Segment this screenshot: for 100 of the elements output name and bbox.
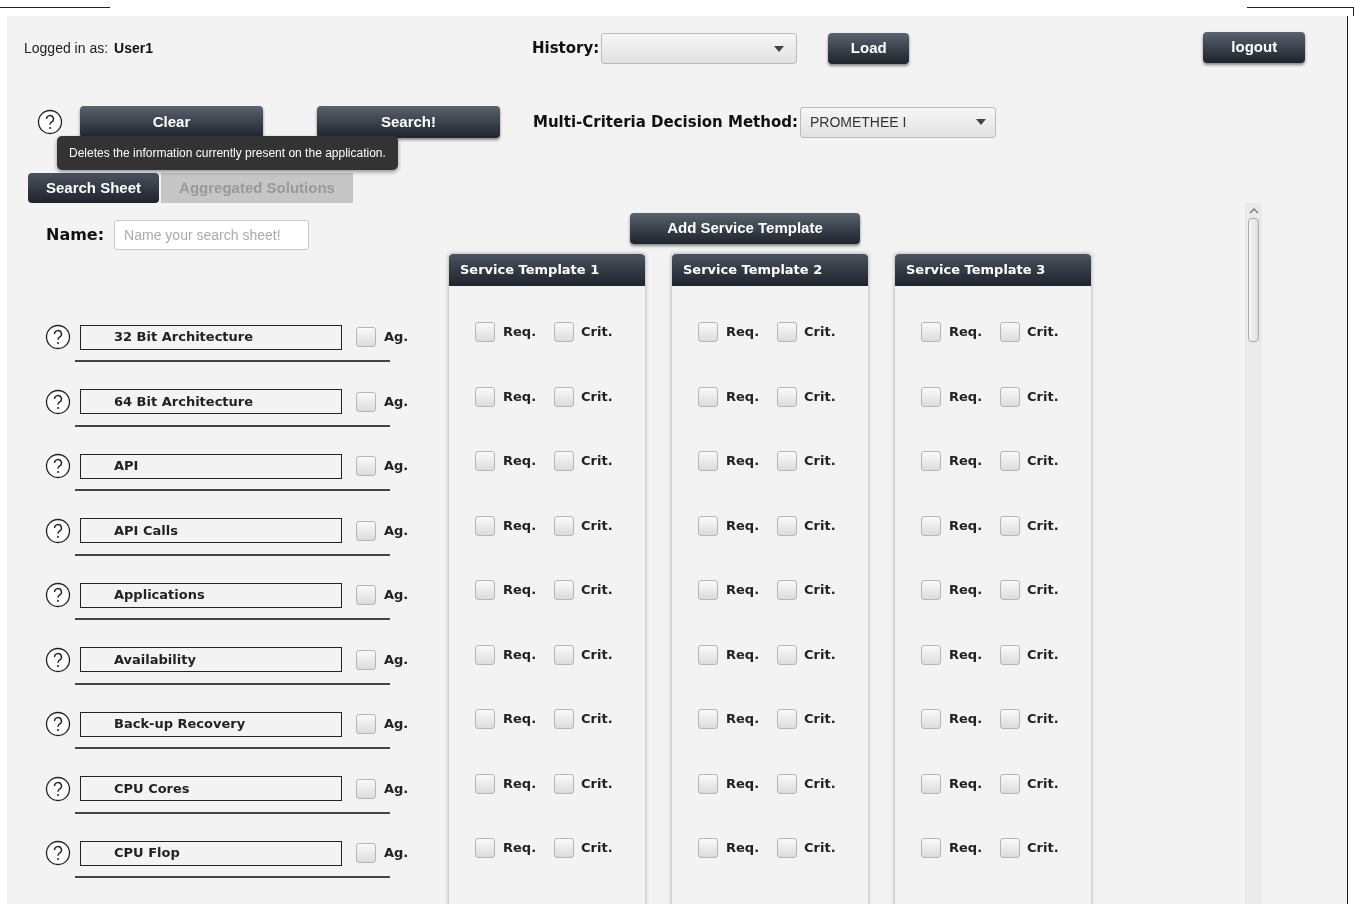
required-label: Req. xyxy=(726,516,760,535)
checkbox[interactable] xyxy=(1000,838,1021,858)
checkbox[interactable] xyxy=(777,773,798,794)
critical-label: Crit. xyxy=(1027,387,1059,406)
checkbox[interactable] xyxy=(554,709,575,729)
checkbox[interactable] xyxy=(1000,709,1021,729)
checkbox[interactable] xyxy=(698,838,718,858)
checkbox[interactable] xyxy=(554,322,575,342)
help-icon[interactable] xyxy=(45,711,71,737)
checkbox[interactable] xyxy=(921,515,941,536)
required-label: Req. xyxy=(949,516,983,535)
help-icon[interactable] xyxy=(45,582,71,608)
help-icon[interactable] xyxy=(45,646,71,673)
checkbox[interactable] xyxy=(475,709,495,729)
checkbox[interactable] xyxy=(475,838,495,858)
checkbox[interactable] xyxy=(356,778,376,799)
help-icon[interactable] xyxy=(37,109,63,135)
checkbox[interactable] xyxy=(356,843,376,863)
checkbox[interactable] xyxy=(921,709,941,729)
scroll-up-icon[interactable] xyxy=(1248,207,1259,214)
caret-icon xyxy=(976,119,986,125)
checkbox[interactable] xyxy=(777,709,798,729)
load-button[interactable]: Load xyxy=(828,33,910,64)
checkbox[interactable] xyxy=(698,386,718,407)
checkbox[interactable] xyxy=(554,580,575,600)
checkbox[interactable] xyxy=(1000,580,1021,600)
checkbox[interactable] xyxy=(1000,322,1021,342)
checkbox[interactable] xyxy=(475,580,495,600)
checkbox[interactable] xyxy=(698,515,718,536)
checkbox[interactable] xyxy=(356,585,376,605)
help-icon[interactable] xyxy=(45,517,71,544)
checkbox[interactable] xyxy=(777,644,798,665)
checkbox[interactable] xyxy=(1000,644,1021,665)
checkbox[interactable] xyxy=(356,456,376,476)
criterion-label: API xyxy=(80,453,342,479)
checkbox[interactable] xyxy=(356,327,376,347)
critical-label: Crit. xyxy=(581,581,613,599)
logout-button[interactable]: logout xyxy=(1203,32,1306,63)
criterion-label: 32 Bit Architecture xyxy=(80,324,342,350)
checkbox[interactable] xyxy=(356,520,376,541)
checkbox[interactable] xyxy=(356,391,376,412)
help-icon[interactable] xyxy=(45,453,71,479)
help-icon[interactable] xyxy=(45,840,71,866)
required-label: Req. xyxy=(726,452,760,470)
checkbox[interactable] xyxy=(1000,773,1021,794)
help-icon[interactable] xyxy=(45,775,71,802)
checkbox[interactable] xyxy=(698,451,718,471)
checkbox[interactable] xyxy=(777,515,798,536)
tab[interactable]: Search Sheet xyxy=(28,173,160,203)
checkbox[interactable] xyxy=(698,773,718,794)
help-icon[interactable] xyxy=(45,324,71,350)
critical-label: Crit. xyxy=(581,323,613,341)
checkbox[interactable] xyxy=(1000,451,1021,471)
checkbox[interactable] xyxy=(698,322,718,342)
checkbox[interactable] xyxy=(356,714,376,734)
checkbox[interactable] xyxy=(698,580,718,600)
checkbox[interactable] xyxy=(921,838,941,858)
method-dropdown[interactable]: PROMETHEE I xyxy=(800,106,996,138)
checkbox[interactable] xyxy=(475,515,495,536)
checkbox[interactable] xyxy=(356,649,376,670)
checkbox[interactable] xyxy=(475,773,495,794)
checkbox[interactable] xyxy=(921,580,941,600)
checkbox[interactable] xyxy=(921,322,941,342)
checkbox[interactable] xyxy=(475,322,495,342)
checkbox[interactable] xyxy=(475,451,495,471)
search-button[interactable]: Search! xyxy=(317,106,500,138)
history-dropdown[interactable] xyxy=(601,33,798,64)
checkbox[interactable] xyxy=(554,386,575,407)
name-field[interactable]: Name your search sheet! xyxy=(114,220,310,250)
checkbox[interactable] xyxy=(554,773,575,794)
scroll-thumb[interactable] xyxy=(1248,218,1259,342)
checkbox[interactable] xyxy=(921,451,941,471)
checkbox[interactable] xyxy=(698,709,718,729)
checkbox[interactable] xyxy=(777,838,798,858)
checkbox[interactable] xyxy=(777,386,798,407)
checkbox[interactable] xyxy=(554,838,575,858)
required-label: Req. xyxy=(503,452,537,470)
checkbox[interactable] xyxy=(921,773,941,794)
checkbox[interactable] xyxy=(554,644,575,665)
checkbox[interactable] xyxy=(777,580,798,600)
checkbox[interactable] xyxy=(921,386,941,407)
checkbox[interactable] xyxy=(777,322,798,342)
checkbox[interactable] xyxy=(554,515,575,536)
method-label: Multi-Criteria Decision Method: xyxy=(533,111,798,133)
aggregate-label: Ag. xyxy=(384,779,409,798)
checkbox[interactable] xyxy=(475,386,495,407)
checkbox[interactable] xyxy=(1000,386,1021,407)
username: User1 xyxy=(114,39,153,58)
scrollbar[interactable] xyxy=(1245,203,1262,904)
add-template-button[interactable]: Add Service Template xyxy=(630,213,860,244)
checkbox[interactable] xyxy=(698,644,718,665)
critical-label: Crit. xyxy=(581,452,613,470)
clear-button[interactable]: Clear xyxy=(80,106,263,138)
checkbox[interactable] xyxy=(475,644,495,665)
checkbox[interactable] xyxy=(921,644,941,665)
checkbox[interactable] xyxy=(554,451,575,471)
critical-label: Crit. xyxy=(1027,581,1059,599)
checkbox[interactable] xyxy=(777,451,798,471)
help-icon[interactable] xyxy=(45,388,71,415)
checkbox[interactable] xyxy=(1000,515,1021,536)
